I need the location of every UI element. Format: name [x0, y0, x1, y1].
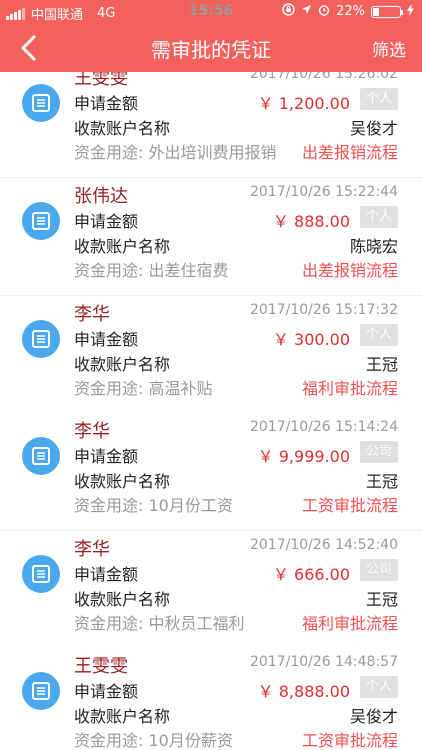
filter-button[interactable]: 筛选 — [372, 36, 406, 61]
fund-usage: 资金用途: 10月份工资 — [74, 496, 233, 515]
payee-label: 收款账户名称 — [74, 237, 171, 256]
payee-value: 王冠 — [365, 590, 398, 609]
workflow-name: 工资审批流程 — [301, 496, 398, 515]
applicant-name: 张伟达 — [74, 186, 128, 207]
amount-value: ￥ 9,999.00 — [257, 447, 350, 466]
submit-time: 2017/10/26 15:22:44 — [249, 184, 398, 200]
document-icon — [22, 437, 60, 475]
list-item[interactable]: 张伟达 2017/10/26 15:22:44 申请金额 ￥ 888.00 个人… — [0, 178, 422, 295]
amount-value: ￥ 666.00 — [272, 565, 350, 584]
payee-label: 收款账户名称 — [74, 119, 171, 138]
amount-label: 申请金额 — [74, 94, 139, 113]
amount-label: 申请金额 — [74, 447, 139, 466]
battery-percent: 22% — [336, 4, 365, 19]
location-icon — [301, 4, 312, 19]
alarm-icon — [318, 4, 330, 20]
submit-time: 2017/10/26 14:52:40 — [249, 537, 398, 553]
fund-usage: 资金用途: 出差住宿费 — [74, 261, 229, 280]
header-bar: 中国联通 4G 15:56 22% 需审批的凭证 筛选 — [0, 0, 422, 72]
page-title: 需审批的凭证 — [151, 38, 271, 62]
charging-icon — [407, 3, 414, 20]
document-icon — [22, 84, 60, 122]
payee-label: 收款账户名称 — [74, 590, 171, 609]
applicant-name: 王雯雯 — [74, 656, 128, 677]
payee-value: 吴俊才 — [349, 707, 398, 726]
payee-value: 王冠 — [365, 355, 398, 374]
workflow-name: 福利审批流程 — [301, 379, 398, 398]
fund-usage: 资金用途: 高温补贴 — [74, 379, 213, 398]
applicant-name: 李华 — [74, 539, 110, 560]
amount-value: ￥ 888.00 — [272, 212, 350, 231]
list-item[interactable]: 王雯雯 2017/10/26 14:48:57 申请金额 ￥ 8,888.00 … — [0, 648, 422, 750]
submit-time: 2017/10/26 14:48:57 — [249, 654, 398, 670]
list-item[interactable]: 李华 2017/10/26 15:14:24 申请金额 ￥ 9,999.00 公… — [0, 413, 422, 530]
amount-label: 申请金额 — [74, 330, 139, 349]
list-item[interactable]: 王雯雯 2017/10/26 15:26:02 申请金额 ￥ 1,200.00 … — [0, 72, 422, 177]
payee-label: 收款账户名称 — [74, 355, 171, 374]
amount-value: ￥ 8,888.00 — [257, 682, 350, 701]
document-icon — [22, 555, 60, 593]
lock-rotation-icon — [282, 3, 295, 20]
battery-icon — [371, 5, 403, 18]
amount-value: ￥ 300.00 — [272, 330, 350, 349]
applicant-name: 李华 — [74, 421, 110, 442]
payee-value: 王冠 — [365, 472, 398, 491]
payee-label: 收款账户名称 — [74, 707, 171, 726]
account-type-badge: 个人 — [359, 88, 398, 110]
voucher-list: 王雯雯 2017/10/26 15:26:02 申请金额 ￥ 1,200.00 … — [0, 72, 422, 750]
workflow-name: 福利审批流程 — [301, 614, 398, 633]
document-icon — [22, 202, 60, 240]
status-bar: 中国联通 4G 15:56 22% — [0, 0, 422, 24]
workflow-name: 出差报销流程 — [301, 261, 398, 280]
submit-time: 2017/10/26 15:26:02 — [249, 72, 398, 82]
account-type-badge: 个人 — [359, 676, 398, 698]
account-type-badge: 个人 — [359, 324, 398, 346]
amount-label: 申请金额 — [74, 565, 139, 584]
document-icon — [22, 672, 60, 710]
fund-usage: 资金用途: 10月份薪资 — [74, 731, 233, 750]
workflow-name: 工资审批流程 — [301, 731, 398, 750]
fund-usage: 资金用途: 中秋员工福利 — [74, 614, 245, 633]
account-type-badge: 个人 — [359, 206, 398, 228]
submit-time: 2017/10/26 15:17:32 — [249, 302, 398, 318]
applicant-name: 王雯雯 — [74, 72, 128, 89]
payee-value: 陈晓宏 — [349, 237, 398, 256]
payee-label: 收款账户名称 — [74, 472, 171, 491]
amount-label: 申请金额 — [74, 682, 139, 701]
list-item[interactable]: 李华 2017/10/26 14:52:40 申请金额 ￥ 666.00 公司 … — [0, 531, 422, 648]
applicant-name: 李华 — [74, 304, 110, 325]
workflow-name: 出差报销流程 — [301, 143, 398, 162]
account-type-badge: 公司 — [359, 441, 398, 463]
payee-value: 吴俊才 — [349, 119, 398, 138]
submit-time: 2017/10/26 15:14:24 — [249, 419, 398, 435]
amount-value: ￥ 1,200.00 — [257, 94, 350, 113]
amount-label: 申请金额 — [74, 212, 139, 231]
fund-usage: 资金用途: 外出培训费用报销 — [74, 143, 277, 162]
account-type-badge: 公司 — [359, 559, 398, 581]
nav-bar: 需审批的凭证 筛选 — [0, 24, 422, 72]
document-icon — [22, 320, 60, 358]
list-item[interactable]: 李华 2017/10/26 15:17:32 申请金额 ￥ 300.00 个人 … — [0, 296, 422, 413]
